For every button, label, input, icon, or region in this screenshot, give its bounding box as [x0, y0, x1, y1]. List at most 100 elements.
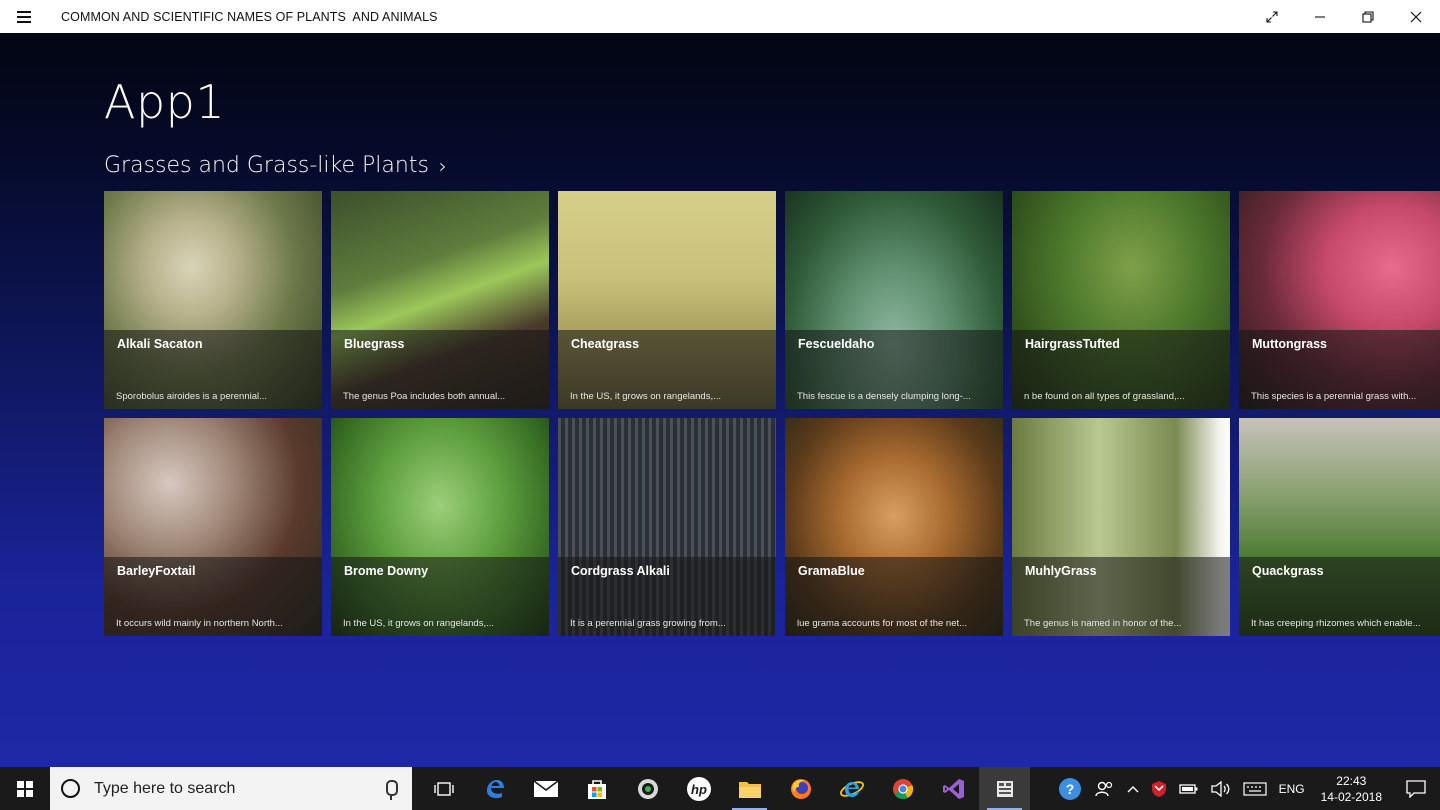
- svg-text:?: ?: [1065, 781, 1074, 797]
- visual-studio-button[interactable]: [928, 767, 979, 810]
- security-tray-button[interactable]: [1145, 767, 1173, 810]
- edge-icon: [486, 779, 504, 798]
- minimize-icon: [1315, 15, 1325, 18]
- internet-explorer-button[interactable]: [826, 767, 877, 810]
- minimize-button[interactable]: [1296, 0, 1344, 33]
- tile-description: It has creeping rhizomes which enable...: [1251, 618, 1421, 629]
- notification-icon: [1406, 779, 1426, 798]
- clock-date: 14-02-2018: [1320, 789, 1382, 804]
- window-controls: [1248, 0, 1440, 33]
- clock[interactable]: 22:43 14-02-2018: [1311, 773, 1392, 805]
- chevron-up-icon: [1127, 785, 1139, 792]
- task-view-button[interactable]: [418, 767, 469, 810]
- close-button[interactable]: [1392, 0, 1440, 33]
- tile-brome-downy[interactable]: Brome Downy In the US, it grows on range…: [331, 418, 549, 636]
- hamburger-icon: [17, 11, 31, 23]
- tile-description: The genus is named in honor of the...: [1024, 618, 1182, 629]
- window-title: COMMON AND SCIENTIFIC NAMES OF PLANTS AN…: [61, 9, 438, 24]
- tile-muhly-grass[interactable]: MuhlyGrass The genus is named in honor o…: [1012, 418, 1230, 636]
- clock-time: 22:43: [1336, 773, 1367, 788]
- tile-description: Sporobolus airoides is a perennial...: [116, 391, 268, 402]
- mail-button[interactable]: [520, 767, 571, 810]
- taskbar: hp: [0, 767, 1440, 810]
- tile-muttongrass[interactable]: Muttongrass This species is a perennial …: [1239, 191, 1440, 409]
- app1-taskbar-button[interactable]: [979, 767, 1030, 810]
- fullscreen-button[interactable]: [1248, 0, 1296, 33]
- microphone-icon[interactable]: [386, 780, 398, 800]
- media-button[interactable]: [622, 767, 673, 810]
- internet-explorer-icon: [839, 780, 864, 797]
- show-hidden-icons-button[interactable]: [1121, 767, 1145, 810]
- mail-icon: [533, 779, 558, 797]
- tile-description: n be found on all types of grassland,...: [1024, 391, 1185, 402]
- chevron-right-icon: ›: [438, 153, 447, 178]
- tile-cordgrass-alkali[interactable]: Cordgrass Alkali It is a perennial grass…: [558, 418, 776, 636]
- tile-grid: Alkali Sacaton Sporobolus airoides is a …: [104, 191, 1440, 637]
- tile-description: This species is a perennial grass with..…: [1251, 391, 1417, 402]
- people-button[interactable]: [1089, 767, 1121, 810]
- taskbar-search-box[interactable]: [50, 767, 412, 810]
- taskbar-apps: hp: [418, 767, 1030, 810]
- start-button[interactable]: [0, 767, 50, 810]
- battery-icon: [1178, 783, 1198, 794]
- restore-button[interactable]: [1344, 0, 1392, 33]
- expand-icon: [1266, 10, 1278, 23]
- tile-title: HairgrassTufted: [1025, 337, 1120, 351]
- help-button[interactable]: ?: [1051, 767, 1089, 810]
- file-explorer-icon: [738, 781, 761, 798]
- tile-description: In the US, it grows on rangelands,...: [343, 618, 495, 629]
- svg-text:hp: hp: [691, 782, 707, 797]
- chrome-button[interactable]: [877, 767, 928, 810]
- close-icon: [1410, 11, 1422, 22]
- app-content: App1 Grasses and Grass-like Plants › Alk…: [0, 33, 1440, 767]
- search-input[interactable]: [92, 778, 366, 799]
- tile-barley-foxtail[interactable]: BarleyFoxtail It occurs wild mainly in n…: [104, 418, 322, 636]
- title-bar: COMMON AND SCIENTIFIC NAMES OF PLANTS AN…: [0, 0, 1440, 33]
- keyboard-tray-button[interactable]: [1237, 767, 1273, 810]
- tile-alkali-sacaton[interactable]: Alkali Sacaton Sporobolus airoides is a …: [104, 191, 322, 409]
- section-header-link[interactable]: Grasses and Grass-like Plants ›: [104, 153, 447, 178]
- tile-title: Cheatgrass: [571, 337, 640, 351]
- section-title: Grasses and Grass-like Plants: [104, 153, 429, 178]
- media-icon: [637, 778, 658, 799]
- tile-title: Bluegrass: [344, 337, 405, 351]
- tile-title: Muttongrass: [1252, 337, 1327, 351]
- firefox-icon: [790, 778, 811, 799]
- tile-hairgrass-tufted[interactable]: HairgrassTufted n be found on all types …: [1012, 191, 1230, 409]
- language-indicator[interactable]: ENG: [1273, 767, 1311, 810]
- tile-title: MuhlyGrass: [1025, 564, 1097, 578]
- volume-tray-button[interactable]: [1205, 767, 1237, 810]
- tile-title: Alkali Sacaton: [117, 337, 203, 351]
- tile-title: Cordgrass Alkali: [571, 564, 670, 578]
- tile-title: GramaBlue: [798, 564, 865, 578]
- restore-icon: [1362, 10, 1374, 23]
- tile-description: This fescue is a densely clumping long-.…: [797, 391, 971, 402]
- help-icon: ?: [1058, 777, 1081, 800]
- battery-tray-button[interactable]: [1173, 767, 1205, 810]
- edge-button[interactable]: [469, 767, 520, 810]
- people-icon: [1094, 781, 1112, 796]
- tile-title: BarleyFoxtail: [117, 564, 196, 578]
- hp-icon: hp: [686, 776, 711, 801]
- tile-quackgrass[interactable]: Quackgrass It has creeping rhizomes whic…: [1239, 418, 1440, 636]
- tile-bluegrass[interactable]: Bluegrass The genus Poa includes both an…: [331, 191, 549, 409]
- tile-title: Quackgrass: [1252, 564, 1324, 578]
- hamburger-menu-button[interactable]: [0, 0, 48, 33]
- tile-description: It occurs wild mainly in northern North.…: [116, 618, 283, 629]
- hp-button[interactable]: hp: [673, 767, 724, 810]
- firefox-button[interactable]: [775, 767, 826, 810]
- cortana-icon: [61, 779, 80, 798]
- system-tray: ? ENG 22:43 14-02-2018: [1051, 767, 1440, 810]
- windows-icon: [17, 780, 33, 797]
- tile-title: FescueIdaho: [798, 337, 875, 351]
- tile-grama-blue[interactable]: GramaBlue lue grama accounts for most of…: [785, 418, 1003, 636]
- tile-cheatgrass[interactable]: Cheatgrass In the US, it grows on rangel…: [558, 191, 776, 409]
- tile-description: In the US, it grows on rangelands,...: [570, 391, 722, 402]
- action-center-button[interactable]: [1392, 767, 1440, 810]
- file-explorer-button[interactable]: [724, 767, 775, 810]
- tile-description: The genus Poa includes both annual...: [343, 391, 506, 402]
- store-button[interactable]: [571, 767, 622, 810]
- tile-fescue-idaho[interactable]: FescueIdaho This fescue is a densely clu…: [785, 191, 1003, 409]
- app1-icon: [996, 780, 1013, 797]
- page-title: App1: [104, 75, 226, 129]
